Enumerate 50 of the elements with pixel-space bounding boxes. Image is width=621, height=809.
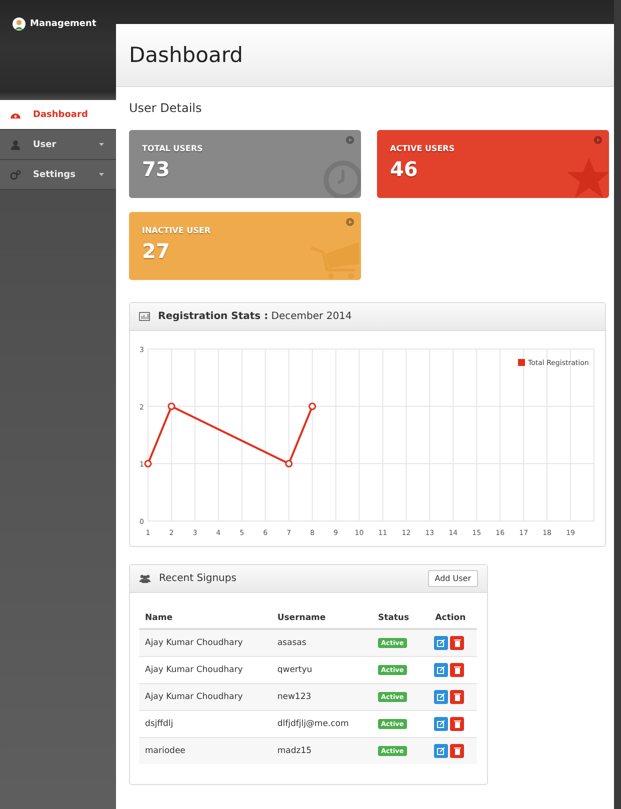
stat-value: 73 bbox=[142, 157, 171, 181]
panel-title: Recent Signups bbox=[159, 573, 238, 584]
stat-label: ACTIVE USERS bbox=[390, 144, 456, 153]
edit-button[interactable] bbox=[434, 636, 448, 650]
table-cell: madz15 bbox=[271, 738, 372, 764]
edit-icon bbox=[437, 639, 446, 647]
edit-icon bbox=[437, 693, 446, 701]
sidebar-item[interactable]: Dashboard bbox=[0, 100, 116, 130]
panel-title: Registration Stats : December 2014 bbox=[158, 311, 353, 322]
edit-icon bbox=[437, 747, 446, 755]
edit-button[interactable] bbox=[434, 744, 448, 758]
delete-button[interactable] bbox=[450, 636, 464, 650]
edit-icon bbox=[437, 720, 446, 728]
bar-chart-icon bbox=[139, 312, 150, 321]
delete-button[interactable] bbox=[450, 690, 464, 704]
brand-name: Management bbox=[30, 19, 96, 29]
data-point bbox=[308, 402, 316, 410]
gears-icon bbox=[10, 170, 21, 180]
users-icon bbox=[139, 574, 151, 583]
trash-icon bbox=[454, 720, 461, 728]
data-point bbox=[168, 402, 176, 410]
delete-button[interactable] bbox=[450, 717, 464, 731]
stat-label: INACTIVE USER bbox=[142, 226, 212, 235]
trash-icon bbox=[454, 693, 461, 701]
delete-button[interactable] bbox=[450, 663, 464, 677]
table-cell: mariodee bbox=[139, 738, 272, 764]
user-icon bbox=[10, 140, 21, 150]
trash-icon bbox=[454, 666, 461, 674]
edit-button[interactable] bbox=[434, 717, 448, 731]
avatar-icon bbox=[12, 17, 26, 31]
stat-label: TOTAL USERS bbox=[142, 144, 204, 153]
sidebar-item[interactable]: Settings bbox=[0, 160, 116, 190]
edit-button[interactable] bbox=[434, 663, 448, 677]
trash-icon bbox=[454, 639, 461, 647]
add-user-button[interactable]: Add User bbox=[428, 570, 478, 587]
page-title: Dashboard bbox=[129, 43, 243, 67]
play-icon[interactable] bbox=[594, 136, 602, 144]
edit-icon bbox=[437, 666, 446, 674]
delete-button[interactable] bbox=[450, 744, 464, 758]
edit-button[interactable] bbox=[434, 690, 448, 704]
data-point bbox=[285, 460, 293, 468]
play-icon[interactable] bbox=[346, 218, 354, 226]
play-icon[interactable] bbox=[346, 136, 354, 144]
stat-value: 46 bbox=[390, 157, 419, 181]
stat-value: 27 bbox=[142, 239, 171, 263]
data-point bbox=[144, 460, 152, 468]
trash-icon bbox=[454, 747, 461, 755]
section-title: User Details bbox=[128, 100, 203, 115]
sidebar-item[interactable]: User bbox=[0, 130, 116, 160]
clock-icon bbox=[321, 158, 361, 198]
